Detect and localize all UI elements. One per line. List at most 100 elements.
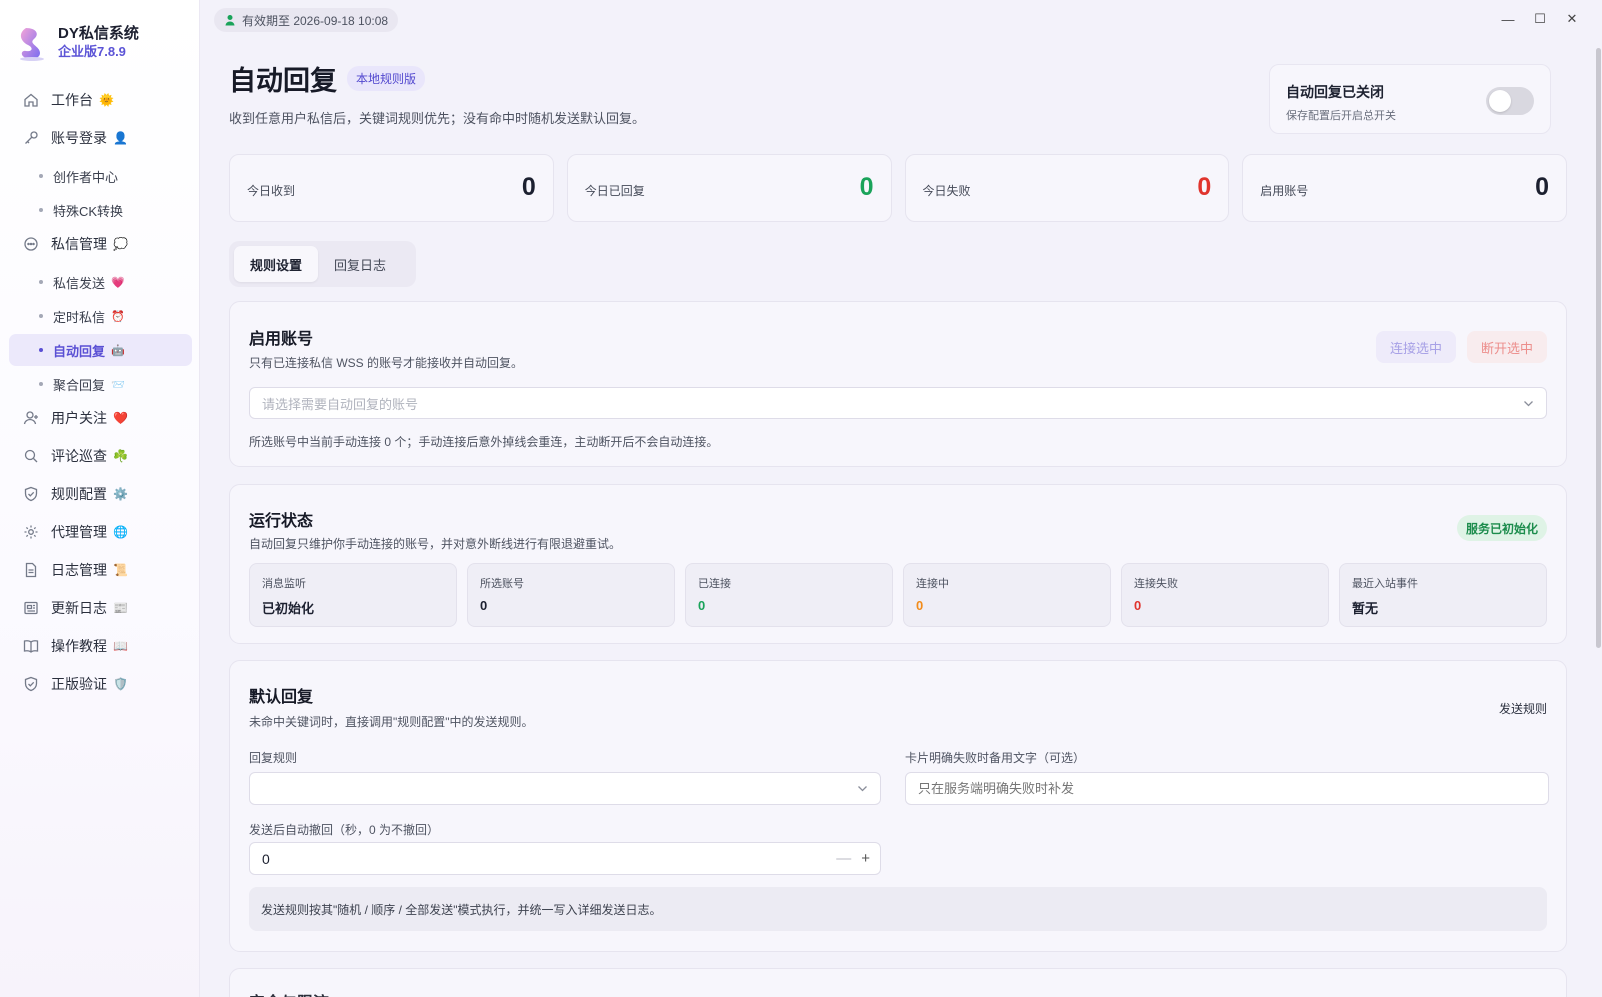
fallback-text-input[interactable]	[905, 772, 1549, 805]
chat-bubble-icon	[23, 236, 39, 252]
sidebar-item-tutorial[interactable]: 操作教程 📖	[9, 630, 192, 662]
sidebar-item-label: 聚合回复	[53, 377, 106, 393]
sidebar-item-aggregate-reply[interactable]: 聚合回复 📨	[9, 368, 192, 400]
card-description: 自动回复只维护你手动连接的账号，并对意外断线进行有限退避重试。	[249, 537, 622, 551]
sidebar-item-log-management[interactable]: 日志管理 📜	[9, 554, 192, 586]
newspaper-icon	[23, 600, 39, 616]
metric-label: 所选账号	[480, 578, 524, 590]
send-rule-link[interactable]: 发送规则	[1499, 700, 1547, 717]
bullet-icon	[39, 208, 43, 212]
scrollbar-thumb[interactable]	[1596, 48, 1601, 648]
alarm-emoji-icon: ⏰	[111, 310, 125, 323]
card-description: 未命中关键词时，直接调用"规则配置"中的发送规则。	[249, 715, 534, 729]
toggle-title: 自动回复已关闭	[1286, 84, 1384, 100]
sidebar-item-creator-center[interactable]: 创作者中心	[9, 160, 192, 192]
document-icon	[23, 562, 39, 578]
newspaper-emoji-icon: 📰	[113, 601, 128, 615]
tab-rule-settings[interactable]: 规则设置	[234, 246, 319, 282]
metric-selected-accounts: 所选账号 0	[467, 563, 675, 627]
gear-emoji-icon: ⚙️	[113, 487, 128, 501]
maximize-button[interactable]: ☐	[1524, 10, 1556, 28]
tab-reply-log[interactable]: 回复日志	[318, 246, 402, 282]
metric-value: 0	[916, 598, 924, 613]
version-badge: 本地规则版	[347, 65, 426, 91]
sidebar-item-message-management[interactable]: 私信管理 💭	[9, 228, 192, 260]
card-description: 只有已连接私信 WSS 的账号才能接收并自动回复。	[249, 356, 524, 370]
home-icon	[23, 92, 39, 108]
card-title: 启用账号	[249, 331, 314, 348]
card-title: 安全与限流	[249, 989, 329, 997]
card-title: 默认回复	[249, 689, 314, 706]
main-content: 自动回复 本地规则版 收到任意用户私信后，关键词规则优先；没有命中时随机发送默认…	[229, 60, 1567, 997]
shield-emoji-icon: 🛡️	[113, 677, 128, 691]
plus-icon[interactable]: +	[861, 851, 870, 867]
auto-reply-toggle-card: 自动回复已关闭 保存配置后开启总开关	[1269, 64, 1551, 134]
metric-value: 已初始化	[262, 601, 315, 616]
brand-name: DY私信系统	[58, 25, 139, 42]
enabled-accounts-card: 启用账号 只有已连接私信 WSS 的账号才能接收并自动回复。 连接选中 断开选中…	[229, 301, 1567, 467]
metric-label: 消息监听	[262, 578, 306, 590]
sidebar-item-scheduled-message[interactable]: 定时私信 ⏰	[9, 300, 192, 332]
sidebar-item-label: 定时私信	[53, 309, 106, 325]
sidebar-item-label: 评论巡查	[51, 448, 107, 464]
reply-rule-label: 回复规则	[249, 751, 298, 765]
expiry-text: 有效期至 2026-09-18 10:08	[242, 13, 389, 28]
metric-connecting: 连接中 0	[903, 563, 1111, 627]
stat-enabled-accounts: 启用账号 0	[1242, 154, 1567, 222]
minus-icon[interactable]: —	[836, 851, 851, 867]
minimize-button[interactable]: —	[1492, 10, 1524, 28]
sidebar-item-comment-patrol[interactable]: 评论巡查 ☘️	[9, 440, 192, 472]
sidebar-item-proxy-management[interactable]: 代理管理 🌐	[9, 516, 192, 548]
stat-value: 0	[1535, 173, 1549, 201]
metric-value: 0	[1134, 598, 1142, 613]
connect-selected-button[interactable]: 连接选中	[1375, 331, 1456, 363]
brand-version: 企业版7.8.9	[58, 44, 126, 59]
sidebar-item-label: 自动回复	[53, 343, 106, 359]
disconnect-selected-button[interactable]: 断开选中	[1466, 331, 1547, 363]
stat-received-today: 今日收到 0	[229, 154, 554, 222]
scrollbar[interactable]	[1594, 38, 1602, 658]
metric-value: 0	[698, 598, 706, 613]
stat-label: 今日收到	[247, 184, 296, 198]
sidebar-item-label: 私信管理	[51, 236, 107, 252]
connection-hint: 所选账号中当前手动连接 0 个；手动连接后意外掉线会重连，主动断开后不会自动连接…	[249, 435, 719, 449]
sidebar: DY私信系统 企业版7.8.9 工作台 🌞 账号登录 👤 创作者中心 特殊CK转…	[0, 0, 200, 997]
sidebar-item-ck-convert[interactable]: 特殊CK转换	[9, 194, 192, 226]
status-metrics: 消息监听 已初始化 所选账号 0 已连接 0 连接中 0 连接失败 0 最近入站…	[249, 563, 1547, 627]
sidebar-item-label: 正版验证	[51, 676, 107, 692]
bullet-icon	[39, 314, 43, 318]
metric-connect-failed: 连接失败 0	[1121, 563, 1329, 627]
expiry-badge: 有效期至 2026-09-18 10:08	[214, 8, 399, 32]
sidebar-item-auto-reply[interactable]: 自动回复 🤖	[9, 334, 192, 366]
account-select[interactable]: 请选择需要自动回复的账号	[249, 387, 1547, 419]
sidebar-item-rule-config[interactable]: 规则配置 ⚙️	[9, 478, 192, 510]
sidebar-item-message-send[interactable]: 私信发送 💗	[9, 266, 192, 298]
run-status-card: 运行状态 自动回复只维护你手动连接的账号，并对意外断线进行有限退避重试。 服务已…	[229, 484, 1567, 644]
auto-reply-switch[interactable]	[1486, 87, 1534, 115]
user-emoji-icon: 👤	[113, 131, 128, 145]
sidebar-item-label: 用户关注	[51, 410, 107, 426]
switch-knob	[1489, 90, 1511, 112]
open-book-emoji-icon: 📖	[113, 639, 128, 653]
sidebar-item-license-verify[interactable]: 正版验证 🛡️	[9, 668, 192, 700]
sidebar-item-label: 代理管理	[51, 524, 107, 540]
reply-rule-select[interactable]	[249, 772, 881, 805]
shamrock-emoji-icon: ☘️	[113, 449, 128, 463]
sidebar-item-user-follow[interactable]: 用户关注 ❤️	[9, 402, 192, 434]
metric-last-inbound-event: 最近入站事件 暂无	[1339, 563, 1547, 627]
sidebar-item-changelog[interactable]: 更新日志 📰	[9, 592, 192, 624]
stepper-controls: — +	[836, 851, 870, 867]
page-title: 自动回复	[229, 65, 337, 96]
gear-icon	[23, 524, 39, 540]
scroll-emoji-icon: 📜	[113, 563, 128, 577]
account-select-placeholder: 请选择需要自动回复的账号	[262, 396, 419, 412]
stat-value: 0	[521, 173, 536, 201]
sidebar-item-workbench[interactable]: 工作台 🌞	[9, 84, 192, 116]
window-controls: — ☐ ✕	[1492, 10, 1588, 28]
auto-recall-stepper[interactable]: 0 — +	[249, 842, 881, 875]
default-reply-card: 默认回复 未命中关键词时，直接调用"规则配置"中的发送规则。 发送规则 回复规则…	[229, 660, 1567, 952]
sidebar-item-account-login[interactable]: 账号登录 👤	[9, 122, 192, 154]
close-button[interactable]: ✕	[1556, 10, 1588, 28]
chevron-down-icon	[1524, 401, 1533, 407]
metric-message-listener: 消息监听 已初始化	[249, 563, 457, 627]
